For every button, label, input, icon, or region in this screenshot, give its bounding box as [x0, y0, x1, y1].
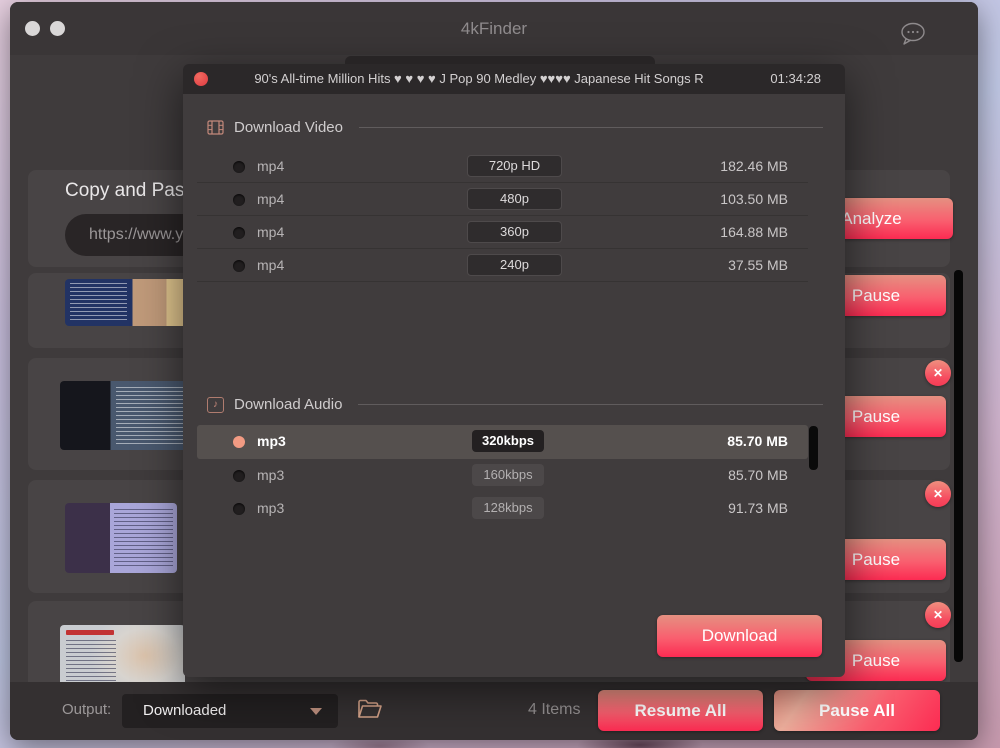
remove-item-icon-2[interactable]: ✕	[925, 360, 951, 386]
quality-badge: 720p HD	[467, 155, 562, 177]
video-format-row-360p[interactable]: mp4 360p 164.88 MB	[197, 216, 808, 249]
radio-icon[interactable]	[233, 194, 245, 206]
dialog-title: 90's All-time Million Hits ♥ ♥ ♥ ♥ J Pop…	[223, 71, 735, 86]
video-format-row-480p[interactable]: mp4 480p 103.50 MB	[197, 183, 808, 216]
output-label: Output:	[62, 701, 111, 718]
feedback-chat-icon[interactable]	[899, 21, 927, 47]
quality-badge: 480p	[467, 188, 562, 210]
video-duration: 01:34:28	[770, 71, 821, 86]
divider	[358, 404, 823, 405]
file-size: 85.70 MB	[727, 433, 788, 449]
radio-icon[interactable]	[233, 503, 245, 515]
output-folder-dropdown[interactable]: Downloaded	[122, 694, 338, 728]
open-folder-icon[interactable]	[356, 698, 382, 720]
audio-format-row-128kbps[interactable]: mp3 128kbps 91.73 MB	[197, 492, 808, 525]
video-thumbnail-2	[60, 381, 193, 450]
format-label: mp4	[257, 191, 284, 207]
format-label: mp3	[257, 500, 284, 516]
app-title: 4kFinder	[10, 19, 978, 39]
format-label: mp3	[257, 467, 284, 483]
title-bar: 4kFinder	[10, 2, 978, 55]
file-size: 164.88 MB	[720, 224, 788, 240]
items-count: 4 Items	[528, 701, 580, 719]
format-dialog: 90's All-time Million Hits ♥ ♥ ♥ ♥ J Pop…	[183, 64, 845, 677]
desktop: 4kFinder Copy and Paste https://www.you …	[0, 0, 1000, 748]
video-format-row-720p[interactable]: mp4 720p HD 182.46 MB	[197, 150, 808, 183]
quality-badge: 360p	[467, 221, 562, 243]
file-size: 37.55 MB	[728, 257, 788, 273]
radio-icon[interactable]	[233, 161, 245, 173]
remove-item-icon-3[interactable]: ✕	[925, 481, 951, 507]
video-section-label: Download Video	[234, 119, 343, 136]
radio-icon[interactable]	[233, 227, 245, 239]
file-size: 103.50 MB	[720, 191, 788, 207]
audio-section-label: Download Audio	[234, 396, 342, 413]
file-size: 85.70 MB	[728, 467, 788, 483]
chevron-down-icon	[310, 708, 322, 715]
list-scrollbar[interactable]	[954, 270, 963, 662]
radio-icon[interactable]	[233, 470, 245, 482]
video-format-row-240p[interactable]: mp4 240p 37.55 MB	[197, 249, 808, 282]
output-folder-value: Downloaded	[143, 702, 226, 719]
radio-selected-icon[interactable]	[233, 436, 245, 448]
divider	[359, 127, 823, 128]
music-note-icon: ♪	[207, 397, 224, 413]
radio-icon[interactable]	[233, 260, 245, 272]
bottom-bar: Output: Downloaded 4 Items Resume All Pa…	[10, 682, 978, 740]
record-dot-icon	[194, 72, 208, 86]
format-label: mp4	[257, 158, 284, 174]
video-thumbnail-1	[65, 279, 195, 326]
dialog-header: 90's All-time Million Hits ♥ ♥ ♥ ♥ J Pop…	[183, 64, 845, 94]
film-strip-icon	[207, 119, 224, 136]
pause-all-button[interactable]: Pause All	[774, 690, 940, 731]
paste-heading: Copy and Paste	[65, 180, 200, 202]
remove-item-icon-4[interactable]: ✕	[925, 602, 951, 628]
file-size: 182.46 MB	[720, 158, 788, 174]
bitrate-badge: 160kbps	[472, 464, 544, 486]
download-button[interactable]: Download	[657, 615, 822, 657]
format-label: mp3	[257, 433, 286, 449]
format-label: mp4	[257, 257, 284, 273]
audio-list-scrollbar[interactable]	[809, 426, 818, 470]
bitrate-badge: 320kbps	[472, 430, 544, 452]
file-size: 91.73 MB	[728, 500, 788, 516]
audio-format-row-320kbps[interactable]: mp3 320kbps 85.70 MB	[197, 425, 808, 459]
video-section-header: Download Video	[207, 119, 823, 136]
format-label: mp4	[257, 224, 284, 240]
resume-all-button[interactable]: Resume All	[598, 690, 763, 731]
video-thumbnail-3	[65, 503, 177, 573]
audio-format-row-160kbps[interactable]: mp3 160kbps 85.70 MB	[197, 459, 808, 492]
bitrate-badge: 128kbps	[472, 497, 544, 519]
quality-badge: 240p	[467, 254, 562, 276]
audio-section-header: ♪ Download Audio	[207, 396, 823, 413]
